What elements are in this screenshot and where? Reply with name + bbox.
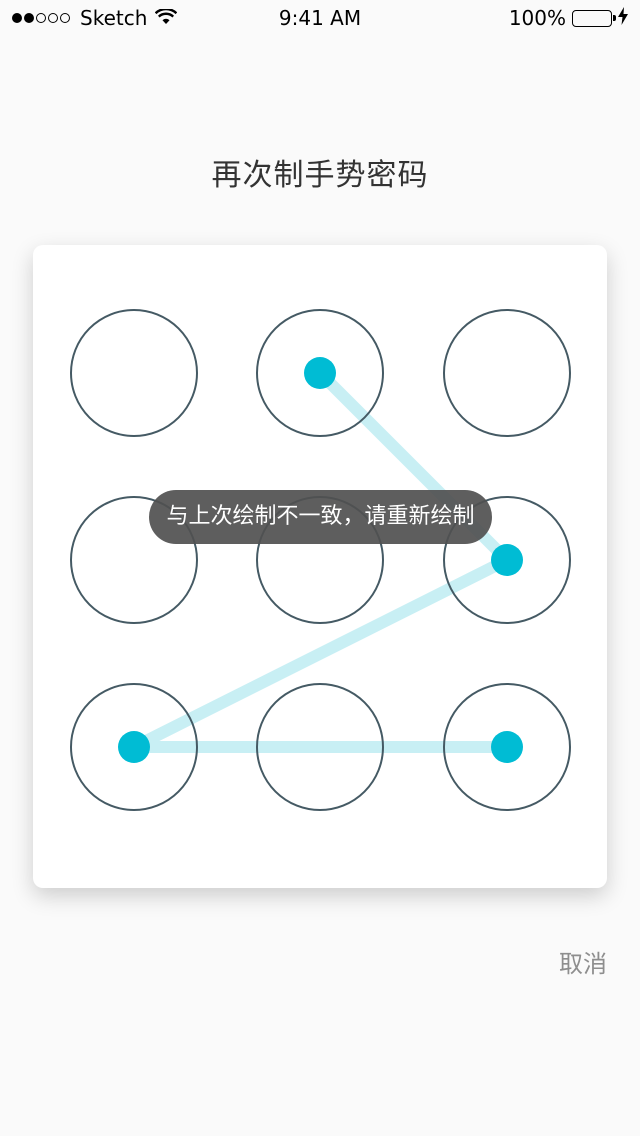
pattern-node-dot [118,731,150,763]
gesture-password-screen: Sketch 9:41 AM 100% 再次制手势密码 与上次绘制不一致，请重新… [0,0,640,1136]
charging-bolt-icon [618,6,628,30]
gesture-pattern-grid[interactable] [33,245,607,888]
gesture-pad-card [33,245,607,888]
pattern-node-dot [491,544,523,576]
pattern-node-1[interactable] [70,309,198,437]
pattern-node-3[interactable] [443,309,571,437]
status-right: 100% [509,6,628,30]
battery-icon [572,9,616,27]
pattern-node-dot [304,357,336,389]
pattern-node-2[interactable] [256,309,384,437]
pattern-node-ring [70,309,198,437]
pattern-node-dot [491,731,523,763]
pattern-node-ring [443,309,571,437]
status-bar: Sketch 9:41 AM 100% [0,0,640,40]
error-toast: 与上次绘制不一致，请重新绘制 [149,490,492,544]
battery-percentage: 100% [508,6,566,30]
page-title: 再次制手势密码 [211,158,429,193]
cancel-button[interactable]: 取消 [559,944,607,979]
